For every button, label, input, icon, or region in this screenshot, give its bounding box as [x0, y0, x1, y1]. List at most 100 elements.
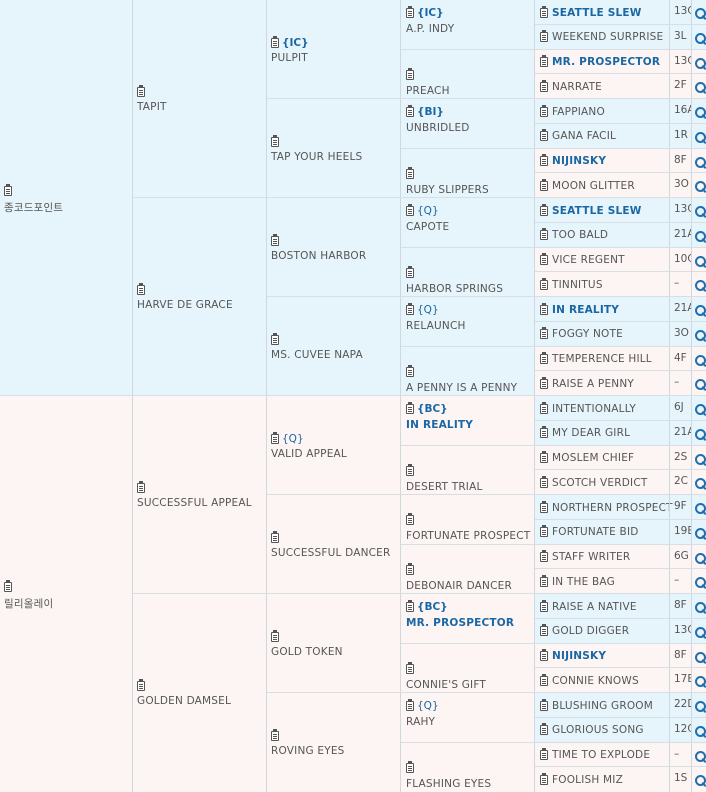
horse-name[interactable]: FOGGY NOTE — [552, 328, 623, 340]
horse-name[interactable]: SUCCESSFUL DANCER — [271, 547, 391, 559]
horse-name[interactable]: NORTHERN PROSPECT — [552, 502, 673, 514]
clipboard-icon[interactable] — [540, 55, 548, 67]
horse-name[interactable]: FOOLISH MIZ — [552, 774, 623, 786]
magnifier-icon[interactable] — [695, 57, 706, 69]
horse-entry[interactable]: {Q} RAHY — [406, 699, 439, 728]
magnifier-icon[interactable] — [695, 602, 706, 613]
clipboard-icon[interactable] — [4, 580, 12, 592]
clipboard-icon[interactable] — [540, 624, 548, 637]
clipboard-icon[interactable] — [271, 431, 279, 444]
horse-entry[interactable]: A PENNY IS A PENNY — [406, 353, 517, 394]
horse-entry[interactable]: {Q} VALID APPEAL — [271, 431, 347, 460]
clipboard-icon[interactable] — [540, 426, 548, 439]
horse-entry[interactable]: BOSTON HARBOR — [271, 233, 366, 262]
horse-name[interactable]: IN REALITY — [406, 419, 473, 431]
magnifier-icon[interactable] — [695, 701, 706, 712]
horse-name[interactable]: WEEKEND SURPRISE — [552, 31, 663, 43]
horse-entry[interactable]: TAP YOUR HEELS — [271, 134, 362, 163]
horse-entry[interactable]: TAPIT — [137, 85, 167, 113]
clipboard-icon[interactable] — [540, 352, 548, 364]
clipboard-icon[interactable] — [406, 562, 414, 575]
clipboard-icon[interactable] — [540, 79, 548, 92]
clipboard-icon[interactable] — [271, 35, 279, 48]
clipboard-icon[interactable] — [406, 67, 414, 80]
clipboard-icon[interactable] — [540, 104, 548, 117]
horse-name[interactable]: MR. PROSPECTOR — [552, 56, 660, 68]
horse-entry[interactable]: {Q} CAPOTE — [406, 204, 449, 233]
clipboard-icon[interactable] — [540, 698, 548, 711]
clipboard-icon[interactable] — [271, 629, 279, 642]
magnifier-icon[interactable] — [695, 305, 706, 316]
magnifier-icon[interactable] — [695, 181, 706, 193]
horse-name[interactable]: INTENTIONALLY — [552, 403, 636, 415]
horse-name[interactable]: MS. CUVEE NAPA — [271, 349, 363, 361]
horse-name[interactable]: SCOTCH VERDICT — [552, 477, 647, 489]
horse-name[interactable]: HARBOR SPRINGS — [406, 283, 503, 295]
horse-entry[interactable]: CONNIE'S GIFT — [406, 650, 486, 691]
clipboard-icon[interactable] — [540, 30, 548, 43]
clipboard-icon[interactable] — [406, 661, 414, 674]
magnifier-icon[interactable] — [695, 527, 706, 539]
horse-name[interactable]: NIJINSKY — [552, 650, 606, 662]
horse-name[interactable]: RAHY — [406, 716, 439, 728]
magnifier-icon[interactable] — [695, 280, 706, 292]
clipboard-icon[interactable] — [137, 679, 145, 691]
horse-name[interactable]: RUBY SLIPPERS — [406, 184, 489, 196]
horse-name[interactable]: RELAUNCH — [406, 320, 466, 332]
magnifier-icon[interactable] — [695, 428, 706, 440]
clipboard-icon[interactable] — [137, 85, 145, 97]
horse-entry[interactable]: SUCCESSFUL DANCER — [271, 530, 391, 559]
clipboard-icon[interactable] — [540, 302, 548, 315]
horse-name[interactable]: MY DEAR GIRL — [552, 427, 630, 439]
horse-name[interactable]: TOO BALD — [552, 229, 608, 241]
clipboard-icon[interactable] — [540, 723, 548, 736]
clipboard-icon[interactable] — [540, 673, 548, 686]
horse-entry[interactable]: RUBY SLIPPERS — [406, 155, 489, 196]
magnifier-icon[interactable] — [695, 230, 706, 242]
magnifier-icon[interactable] — [695, 8, 706, 19]
magnifier-icon[interactable] — [695, 206, 706, 217]
clipboard-icon[interactable] — [406, 303, 414, 315]
clipboard-icon[interactable] — [406, 402, 414, 414]
magnifier-icon[interactable] — [695, 775, 706, 787]
magnifier-icon[interactable] — [695, 82, 706, 94]
clipboard-icon[interactable] — [406, 166, 414, 179]
horse-name[interactable]: TEMPERENCE HILL — [552, 353, 652, 365]
horse-name[interactable]: GOLD TOKEN — [271, 646, 343, 658]
clipboard-icon[interactable] — [137, 481, 145, 493]
clipboard-icon[interactable] — [271, 134, 279, 147]
magnifier-icon[interactable] — [695, 32, 706, 44]
magnifier-icon[interactable] — [695, 626, 706, 638]
horse-name[interactable]: FORTUNATE PROSPECT — [406, 530, 530, 542]
clipboard-icon[interactable] — [406, 204, 414, 216]
clipboard-icon[interactable] — [540, 253, 548, 265]
magnifier-icon[interactable] — [695, 503, 706, 514]
horse-name[interactable]: BLUSHING GROOM — [552, 700, 653, 712]
clipboard-icon[interactable] — [540, 748, 548, 760]
clipboard-icon[interactable] — [540, 649, 548, 661]
horse-name[interactable]: DESERT TRIAL — [406, 481, 483, 493]
horse-entry[interactable]: {IC} PULPIT — [271, 35, 309, 64]
horse-name[interactable]: UNBRIDLED — [406, 122, 470, 134]
clipboard-icon[interactable] — [540, 376, 548, 389]
magnifier-icon[interactable] — [695, 750, 706, 762]
magnifier-icon[interactable] — [695, 354, 706, 366]
horse-entry[interactable]: GOLD TOKEN — [271, 629, 343, 658]
magnifier-icon[interactable] — [695, 156, 706, 168]
clipboard-icon[interactable] — [540, 550, 548, 562]
clipboard-icon[interactable] — [406, 513, 414, 525]
horse-name[interactable]: MOSLEM CHIEF — [552, 452, 634, 464]
horse-name[interactable]: SEATTLE SLEW — [552, 205, 642, 217]
horse-name[interactable]: PREACH — [406, 85, 450, 97]
clipboard-icon[interactable] — [540, 327, 548, 340]
magnifier-icon[interactable] — [695, 552, 706, 564]
clipboard-icon[interactable] — [4, 184, 12, 196]
horse-entry[interactable]: HARVE DE GRACE — [137, 283, 233, 311]
horse-entry[interactable]: MS. CUVEE NAPA — [271, 332, 363, 361]
magnifier-icon[interactable] — [695, 651, 706, 663]
horse-name[interactable]: BOSTON HARBOR — [271, 250, 366, 262]
horse-name[interactable]: GOLD DIGGER — [552, 625, 629, 637]
magnifier-icon[interactable] — [695, 107, 706, 118]
horse-name[interactable]: A PENNY IS A PENNY — [406, 382, 517, 394]
horse-entry[interactable]: {BC} IN REALITY — [406, 402, 473, 431]
